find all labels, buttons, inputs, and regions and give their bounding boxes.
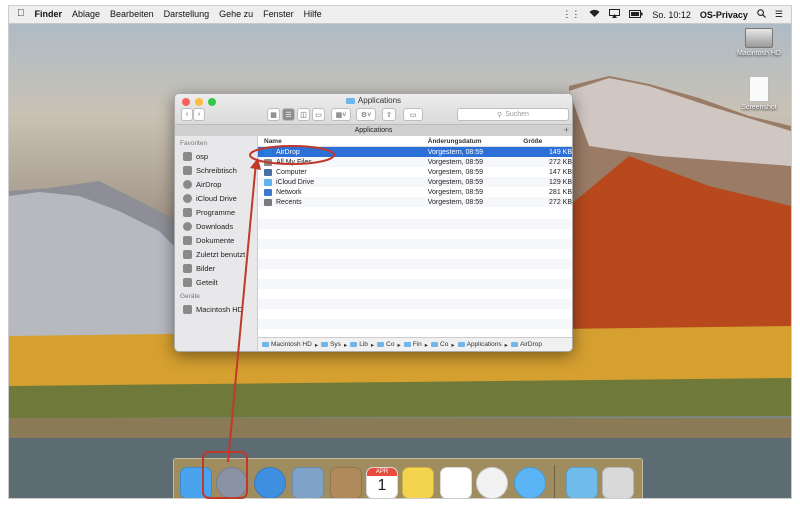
annotation-arrow-line xyxy=(227,161,257,463)
dock-highlight-box xyxy=(202,451,248,499)
highlight-ellipse xyxy=(249,145,335,165)
annotation-overlay xyxy=(202,145,335,499)
